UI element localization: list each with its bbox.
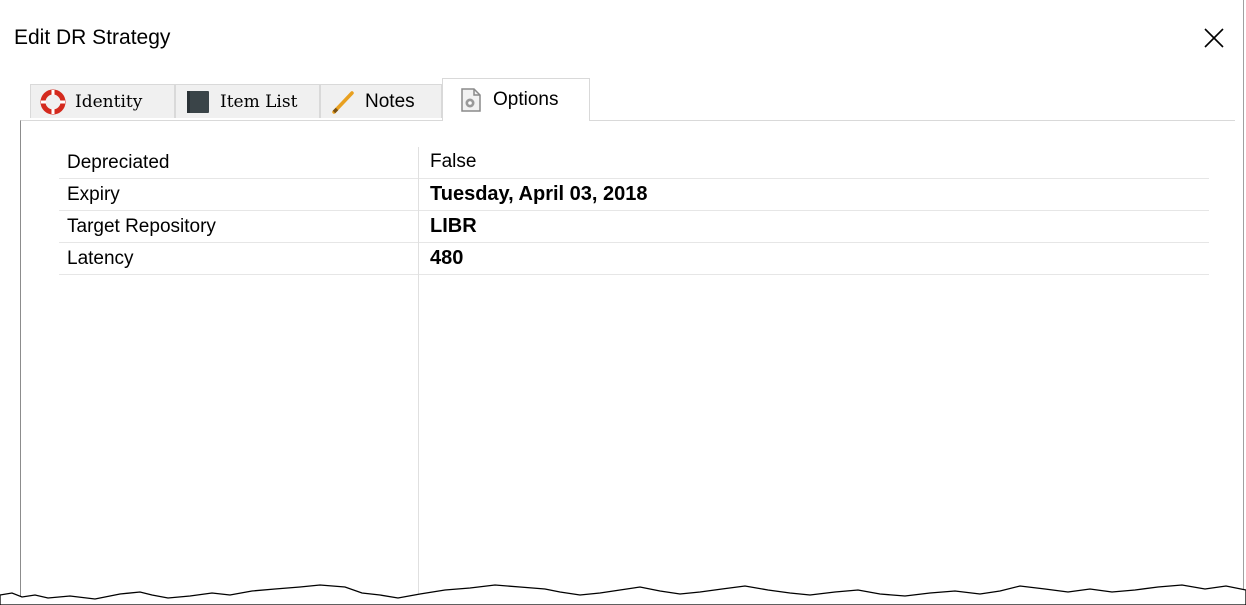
property-name: Target Repository bbox=[67, 216, 216, 237]
property-name: Expiry bbox=[67, 184, 120, 205]
column-divider[interactable] bbox=[418, 147, 419, 605]
tab-label: Identity bbox=[75, 91, 143, 112]
window-title: Edit DR Strategy bbox=[14, 26, 171, 49]
property-row-expiry[interactable]: Expiry Tuesday, April 03, 2018 bbox=[59, 179, 1209, 211]
property-row-target-repository[interactable]: Target Repository LIBR bbox=[59, 211, 1209, 243]
tab-label: Notes bbox=[365, 90, 415, 112]
tab-notes[interactable]: Notes bbox=[320, 84, 442, 118]
property-row-latency[interactable]: Latency 480 bbox=[59, 243, 1209, 275]
book-icon bbox=[184, 88, 212, 116]
tab-strip: Identity Item List Notes Options bbox=[0, 78, 1246, 121]
property-name: Depreciated bbox=[67, 152, 170, 173]
settings-document-icon bbox=[457, 86, 485, 114]
tab-options[interactable]: Options bbox=[442, 78, 590, 121]
close-button[interactable] bbox=[1192, 18, 1236, 58]
title-bar[interactable]: Edit DR Strategy bbox=[0, 0, 1246, 78]
tab-identity[interactable]: Identity bbox=[30, 84, 175, 118]
property-value[interactable]: Tuesday, April 03, 2018 bbox=[430, 183, 648, 205]
window-border bbox=[1243, 0, 1244, 605]
lifebuoy-icon bbox=[39, 88, 67, 116]
edit-dr-strategy-dialog: Edit DR Strategy Identity Item List Note… bbox=[0, 0, 1246, 605]
tab-label: Item List bbox=[220, 91, 298, 112]
tab-item-list[interactable]: Item List bbox=[175, 84, 320, 118]
property-row-depreciated[interactable]: Depreciated False bbox=[59, 147, 1209, 179]
property-grid: Depreciated False Expiry Tuesday, April … bbox=[59, 147, 1209, 275]
torn-edge bbox=[0, 584, 1246, 605]
property-name: Latency bbox=[67, 248, 134, 269]
property-value[interactable]: False bbox=[430, 151, 476, 173]
tab-label: Options bbox=[493, 89, 559, 110]
property-value[interactable]: LIBR bbox=[430, 215, 477, 237]
close-icon bbox=[1204, 28, 1224, 48]
options-panel: Depreciated False Expiry Tuesday, April … bbox=[20, 120, 1235, 605]
property-value[interactable]: 480 bbox=[430, 247, 463, 269]
pencil-icon bbox=[329, 88, 357, 116]
